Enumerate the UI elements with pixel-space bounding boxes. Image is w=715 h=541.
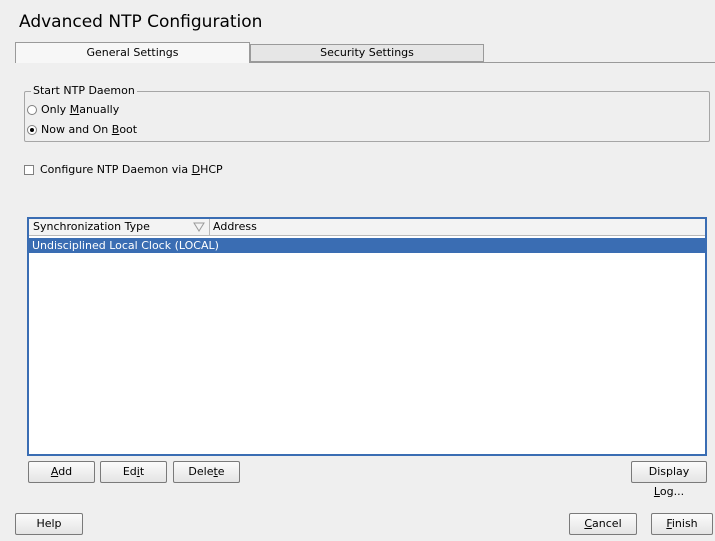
- tab-general-settings[interactable]: General Settings: [15, 42, 250, 63]
- dhcp-checkbox-row[interactable]: Configure NTP Daemon via DHCP: [24, 163, 223, 176]
- dhcp-checkbox-label: Configure NTP Daemon via DHCP: [40, 163, 223, 176]
- help-button[interactable]: Help: [15, 513, 83, 535]
- column-header-address[interactable]: Address: [213, 219, 257, 235]
- radio-button-off[interactable]: [27, 104, 37, 115]
- sync-table[interactable]: Synchronization Type Address Undisciplin…: [27, 217, 707, 456]
- radio-label-only-manually: Only Manually: [41, 103, 120, 116]
- finish-button[interactable]: Finish: [651, 513, 713, 535]
- display-log-button[interactable]: Display Log...: [631, 461, 707, 498]
- table-header: Synchronization Type Address: [29, 219, 705, 236]
- dhcp-checkbox[interactable]: [24, 164, 34, 175]
- page-title: Advanced NTP Configuration: [19, 12, 263, 32]
- cell-sync-type: Undisciplined Local Clock (LOCAL): [32, 239, 219, 252]
- add-button[interactable]: Add: [28, 461, 95, 483]
- tab-security-settings[interactable]: Security Settings: [250, 44, 484, 62]
- radio-only-manually[interactable]: Only Manually: [27, 103, 119, 116]
- cancel-button[interactable]: Cancel: [569, 513, 637, 535]
- table-row[interactable]: Undisciplined Local Clock (LOCAL): [29, 238, 705, 253]
- radio-label-now-and-on-boot: Now and On Boot: [41, 123, 138, 136]
- delete-button[interactable]: Delete: [173, 461, 240, 483]
- radio-now-and-on-boot[interactable]: Now and On Boot: [27, 123, 137, 136]
- column-separator[interactable]: [209, 219, 210, 235]
- edit-button[interactable]: Edit: [100, 461, 167, 483]
- sort-indicator-icon: [193, 222, 205, 232]
- group-legend: Start NTP Daemon: [31, 84, 137, 97]
- column-header-sync-type[interactable]: Synchronization Type: [33, 219, 150, 235]
- radio-button-on[interactable]: [27, 124, 37, 135]
